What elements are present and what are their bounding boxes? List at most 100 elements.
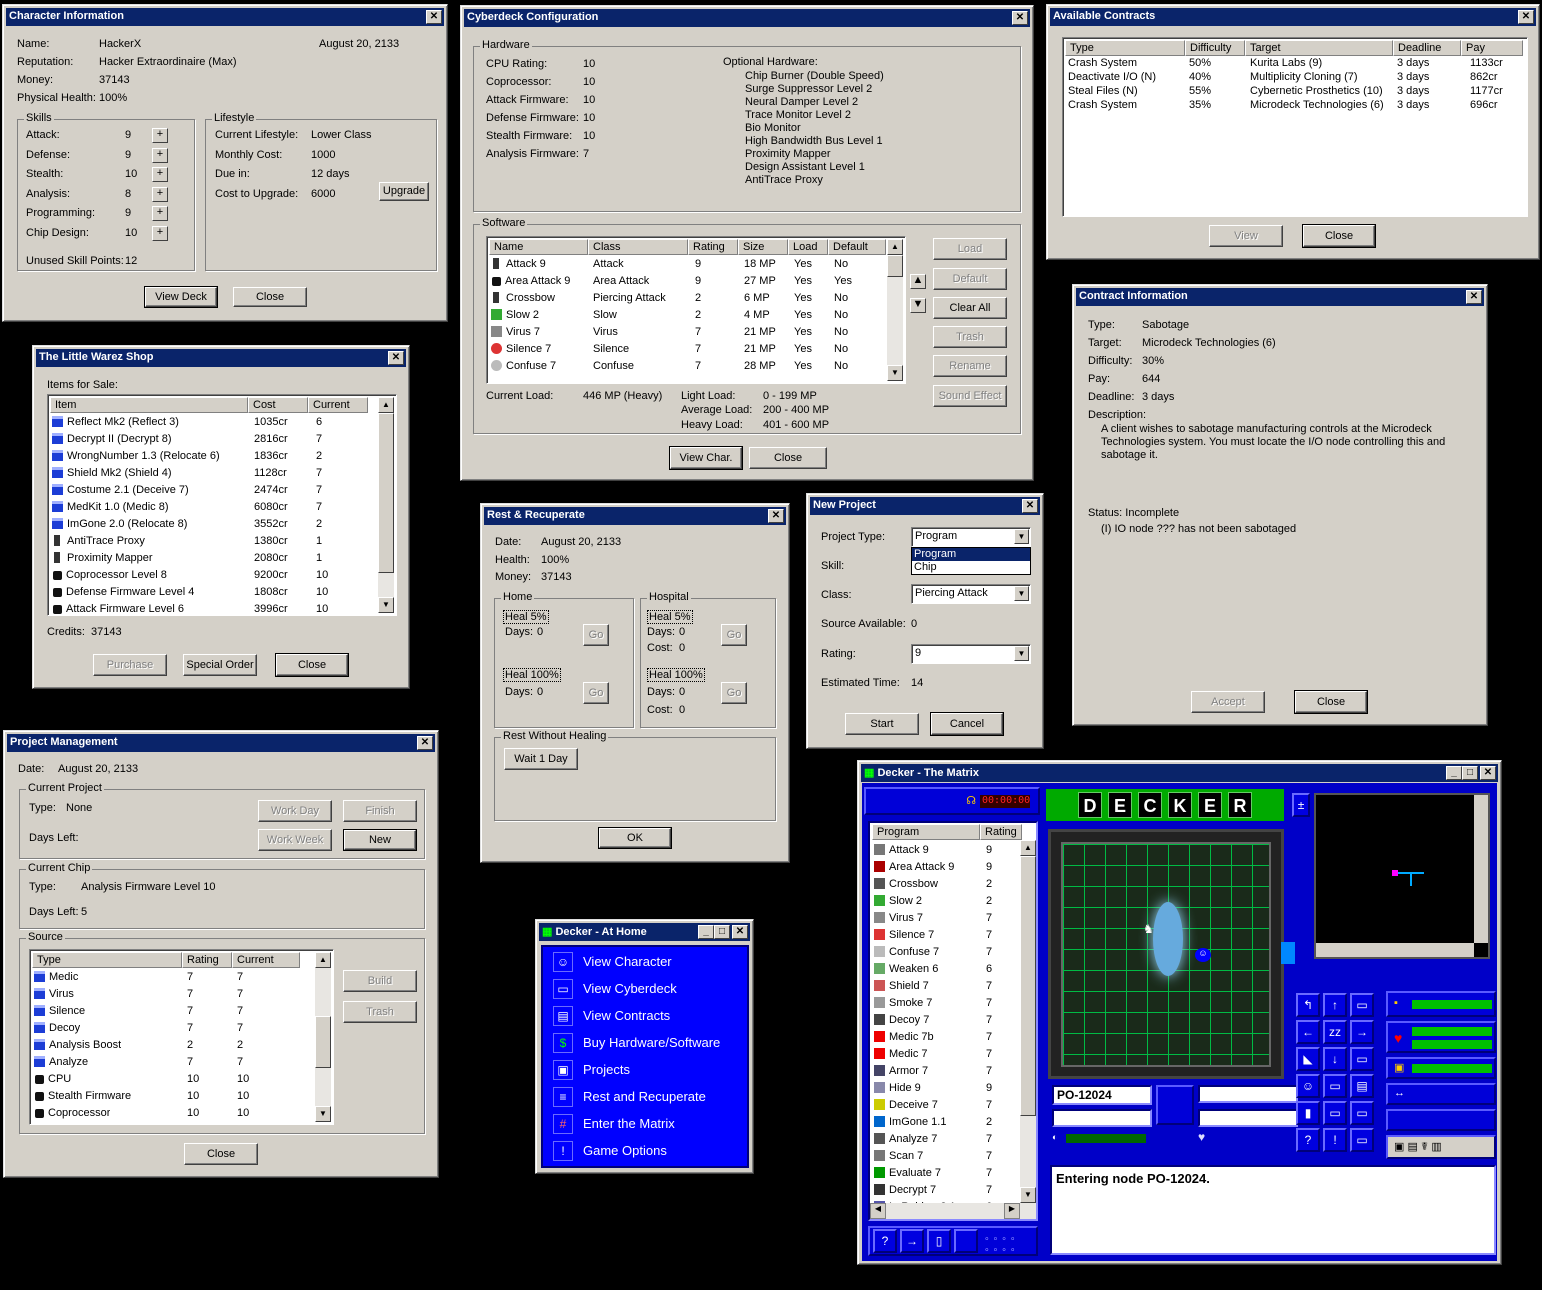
scrollbar[interactable]: ▲ ▼ <box>1020 840 1036 1203</box>
table-row[interactable]: Decoy 7 7 <box>32 1020 312 1037</box>
program-row[interactable]: Silence 7 7 <box>872 927 1022 944</box>
table-row[interactable]: Decrypt II (Decrypt 8) 2816cr 7 <box>50 431 376 448</box>
left-icon[interactable]: ← <box>1296 1020 1320 1044</box>
scroll-thumb[interactable] <box>1020 856 1036 1116</box>
close-icon[interactable]: ✕ <box>1022 499 1038 513</box>
minimize-icon[interactable]: _ <box>1446 766 1462 780</box>
col-header[interactable]: Size <box>738 239 788 255</box>
sound-effect-button[interactable]: Sound Effect <box>933 385 1007 407</box>
scroll-up-icon[interactable]: ▲ <box>315 952 331 968</box>
corner-icon[interactable]: ◣ <box>1296 1047 1320 1071</box>
table-row[interactable]: ImGone 2.0 (Relocate 8) 3552cr 2 <box>50 516 376 533</box>
view-button[interactable]: View <box>1209 225 1283 247</box>
program-row[interactable]: Hide 9 9 <box>872 1080 1022 1097</box>
panel-icon[interactable]: ▭ <box>1350 1047 1374 1071</box>
map-icon[interactable]: ▭ <box>1350 993 1374 1017</box>
program-row[interactable]: Decrypt 7 7 <box>872 1182 1022 1199</box>
title-bar[interactable]: Contract Information ✕ <box>1076 288 1484 306</box>
dropdown-option[interactable]: Chip <box>912 561 1030 574</box>
maximize-icon[interactable]: □ <box>1462 766 1478 780</box>
finish-button[interactable]: Finish <box>343 800 417 822</box>
program-row[interactable]: Deceive 7 7 <box>872 1097 1022 1114</box>
chevron-down-icon[interactable]: ▼ <box>1014 646 1029 661</box>
move-down-button[interactable]: ▼ <box>910 298 926 313</box>
program-row[interactable]: Slow 2 2 <box>872 893 1022 910</box>
default-button[interactable]: Default <box>933 268 1007 290</box>
table-row[interactable]: Coprocessor 10 10 <box>32 1105 312 1122</box>
scroll-right-icon[interactable]: ▶ <box>1004 1203 1020 1219</box>
wait-one-day-button[interactable]: Wait 1 Day <box>504 748 578 770</box>
title-bar[interactable]: ▦ Decker - The Matrix _ □ ✕ <box>861 764 1498 782</box>
chevron-down-icon[interactable]: ▼ <box>1014 586 1029 601</box>
scrollbar[interactable]: ▲ ▼ <box>378 397 394 613</box>
map-h-scrollbar[interactable] <box>1316 943 1474 957</box>
menu-game-options[interactable]: ! Game Options <box>549 1138 749 1164</box>
go-button[interactable]: Go <box>721 682 747 704</box>
ok-button[interactable]: OK <box>598 827 672 849</box>
scroll-up-icon[interactable]: ▲ <box>378 397 394 413</box>
col-header[interactable]: Cost <box>248 397 308 413</box>
col-header[interactable]: Type <box>32 952 182 968</box>
scroll-down-icon[interactable]: ▼ <box>378 597 394 613</box>
title-bar[interactable]: Project Management ✕ <box>7 734 435 752</box>
maximize-icon[interactable]: □ <box>714 925 730 939</box>
close-button[interactable]: Close <box>749 447 827 469</box>
project-type-select[interactable]: Program ▼ <box>911 527 1031 547</box>
view-deck-button[interactable]: View Deck <box>144 286 218 308</box>
skill-plus-button[interactable]: + <box>152 167 168 182</box>
close-button[interactable]: Close <box>233 287 307 307</box>
col-header[interactable]: Pay <box>1461 40 1523 56</box>
document-icon[interactable]: ▤ <box>1350 1074 1374 1098</box>
close-button[interactable]: Close <box>1294 690 1368 714</box>
menu-view-cyberdeck[interactable]: ▭ View Cyberdeck <box>549 976 749 1002</box>
sleep-icon[interactable]: zz <box>1323 1020 1347 1044</box>
menu-view-character[interactable]: ☺ View Character <box>549 949 749 975</box>
col-header[interactable]: Rating <box>182 952 232 968</box>
program-row[interactable]: Shield 7 7 <box>872 978 1022 995</box>
program-list[interactable]: Program Rating Attack 9 9 Area Attack 9 9 Cr… <box>868 821 1038 1221</box>
col-header[interactable]: Rating <box>688 239 738 255</box>
program-row[interactable]: Area Attack 9 9 <box>872 859 1022 876</box>
title-bar[interactable]: New Project ✕ <box>810 497 1040 515</box>
close-icon[interactable]: ✕ <box>768 509 784 523</box>
col-header[interactable]: Type <box>1065 40 1185 56</box>
h-scrollbar[interactable]: ◀ ▶ <box>870 1203 1036 1219</box>
go-button[interactable]: Go <box>721 624 747 646</box>
table-row[interactable]: Coprocessor Level 8 9200cr 10 <box>50 567 376 584</box>
col-header[interactable]: Current <box>308 397 368 413</box>
panel-icon[interactable]: ▭ <box>1350 1101 1374 1125</box>
program-row[interactable]: ImGone 1.1 2 <box>872 1114 1022 1131</box>
title-bar[interactable]: The Little Warez Shop ✕ <box>36 349 406 367</box>
program-row[interactable]: Armor 7 7 <box>872 1063 1022 1080</box>
scrollbar[interactable]: ▲ ▼ <box>887 239 903 381</box>
program-row[interactable]: Evaluate 7 7 <box>872 1165 1022 1182</box>
build-button[interactable]: Build <box>343 970 417 992</box>
trash-button[interactable]: Trash <box>343 1001 417 1023</box>
scroll-down-icon[interactable]: ▼ <box>1020 1187 1036 1203</box>
deck-icon[interactable]: ▭ <box>1323 1074 1347 1098</box>
program-row[interactable]: Confuse 7 7 <box>872 944 1022 961</box>
table-row[interactable]: Attack Firmware Level 6 3996cr 10 <box>50 601 376 615</box>
title-bar[interactable]: Available Contracts ✕ <box>1050 8 1536 26</box>
program-row[interactable]: Smoke 7 7 <box>872 995 1022 1012</box>
scroll-up-icon[interactable]: ▲ <box>887 239 903 255</box>
rename-button[interactable]: Rename <box>933 355 1007 377</box>
work-day-button[interactable]: Work Day <box>258 800 332 822</box>
shop-items-list[interactable]: Item Cost Current Reflect Mk2 (Reflect 3… <box>47 394 397 616</box>
cancel-button[interactable]: Cancel <box>930 712 1004 736</box>
unload-icon[interactable]: → <box>900 1229 924 1253</box>
skill-plus-button[interactable]: + <box>152 206 168 221</box>
class-select[interactable]: Piercing Attack ▼ <box>911 584 1031 604</box>
go-button[interactable]: Go <box>583 624 609 646</box>
title-bar[interactable]: ▦ Decker - At Home _ □ ✕ <box>539 923 750 941</box>
col-header[interactable]: Deadline <box>1393 40 1461 56</box>
table-row[interactable]: Costume 2.1 (Deceive 7) 2474cr 7 <box>50 482 376 499</box>
table-row[interactable]: Medic 7 7 <box>32 969 312 986</box>
table-row[interactable]: Analysis Boost 2 2 <box>32 1037 312 1054</box>
close-icon[interactable]: ✕ <box>1480 766 1496 780</box>
skill-plus-button[interactable]: + <box>152 226 168 241</box>
col-header[interactable]: Program <box>872 824 980 840</box>
map-scrollbar[interactable] <box>1474 795 1488 943</box>
scroll-thumb[interactable] <box>315 1016 331 1068</box>
exclamation-icon[interactable]: ! <box>1323 1128 1347 1152</box>
